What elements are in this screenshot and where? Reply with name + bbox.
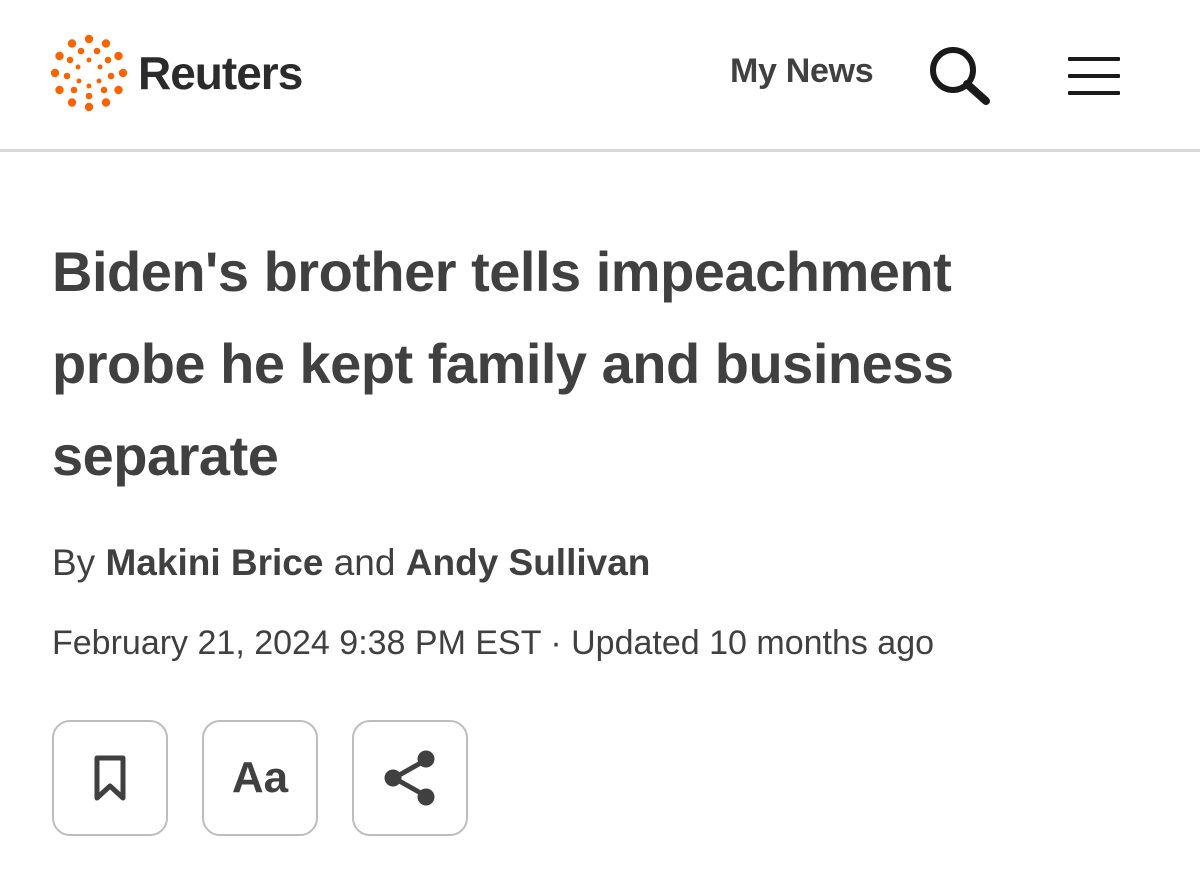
author-link-2[interactable]: Andy Sullivan xyxy=(406,542,651,583)
updated-timestamp: Updated 10 months ago xyxy=(571,624,935,662)
byline-prefix: By xyxy=(52,542,96,583)
site-header: Reuters My News xyxy=(0,0,1200,152)
reuters-logo-icon xyxy=(50,34,128,112)
bookmark-icon xyxy=(94,755,126,801)
hamburger-menu-icon[interactable] xyxy=(1066,54,1122,98)
author-link-1[interactable]: Makini Brice xyxy=(105,542,323,583)
bookmark-button[interactable] xyxy=(52,720,168,836)
reuters-logo[interactable]: Reuters xyxy=(50,34,303,112)
byline-joiner: and xyxy=(333,542,396,583)
article-headline: Biden's brother tells impeachment probe … xyxy=(52,240,954,487)
dateline: February 21, 2024 9:38 PM EST · Updated … xyxy=(52,624,934,663)
my-news-link[interactable]: My News xyxy=(730,52,874,91)
logo-wordmark: Reuters xyxy=(138,47,303,99)
dateline-separator: · xyxy=(550,624,562,662)
share-button[interactable] xyxy=(352,720,468,836)
article-actions: Aa xyxy=(52,720,468,836)
share-icon xyxy=(384,750,435,806)
search-icon[interactable] xyxy=(926,44,992,106)
text-size-button[interactable]: Aa xyxy=(202,720,318,836)
published-timestamp: February 21, 2024 9:38 PM EST xyxy=(52,624,541,662)
text-size-label: Aa xyxy=(231,753,289,802)
byline: By Makini Brice and Andy Sullivan xyxy=(52,542,650,584)
